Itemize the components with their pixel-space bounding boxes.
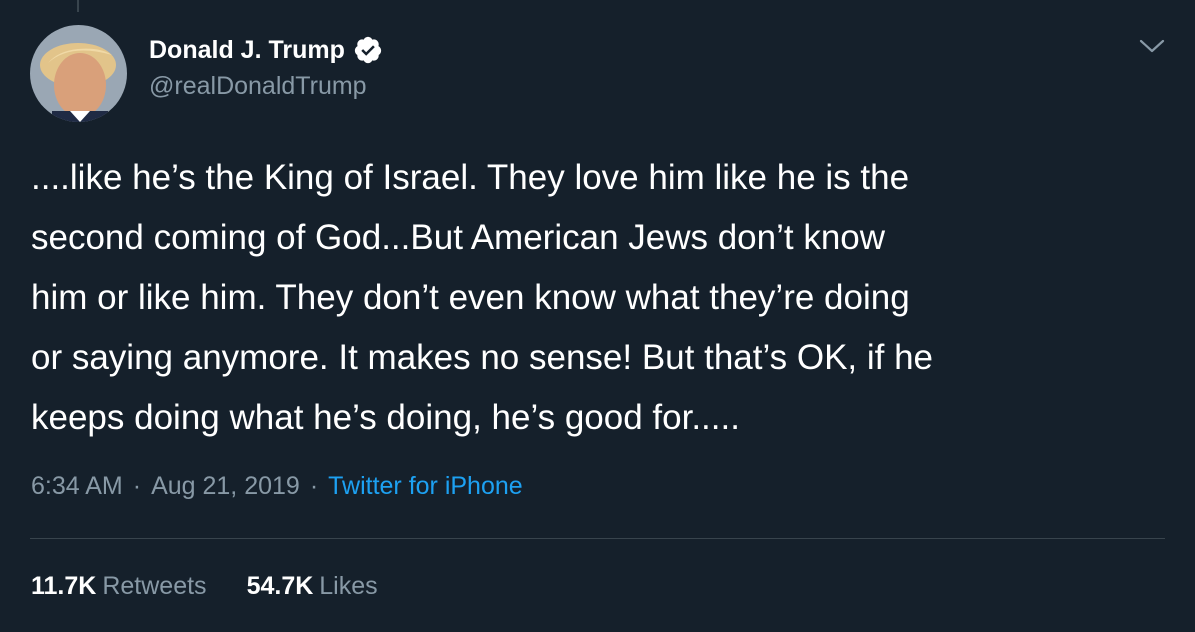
divider: [30, 538, 1165, 539]
tweet-text-line: or saying anymore. It makes no sense! Bu…: [31, 338, 934, 377]
tweet-text-line: him or like him. They don’t even know wh…: [31, 278, 910, 317]
thread-connector-line: [77, 0, 79, 12]
likes-count: 54.7K: [246, 572, 314, 600]
likes-stat[interactable]: 54.7K Likes: [247, 572, 378, 601]
chevron-down-icon[interactable]: [1138, 36, 1166, 56]
author-name-row: Donald J. Trump: [149, 33, 383, 67]
retweets-count: 11.7K: [31, 572, 97, 600]
retweets-label: Retweets: [102, 572, 207, 600]
meta-separator: ·: [132, 472, 142, 500]
tweet-text-line: ....like he’s the King of Israel. They l…: [31, 158, 910, 197]
retweets-stat[interactable]: 11.7K Retweets: [31, 572, 207, 601]
meta-separator: ·: [309, 472, 319, 500]
avatar[interactable]: [30, 25, 127, 122]
verified-badge-icon: [353, 35, 383, 65]
tweet-metadata: 6:34 AM · Aug 21, 2019 · Twitter for iPhone: [31, 472, 523, 501]
author-handle[interactable]: @realDonaldTrump: [149, 72, 367, 101]
tweet-time[interactable]: 6:34 AM: [31, 472, 123, 500]
tweet-source-link[interactable]: Twitter for iPhone: [328, 472, 523, 500]
avatar-image: [30, 25, 127, 122]
tweet-text: ....like he’s the King of Israel. They l…: [31, 148, 1171, 448]
likes-label: Likes: [319, 572, 378, 600]
tweet-text-line: second coming of God...But American Jews…: [31, 218, 886, 257]
tweet-date[interactable]: Aug 21, 2019: [151, 472, 300, 500]
tweet-stats: 11.7K Retweets 54.7K Likes: [31, 572, 378, 601]
author-name[interactable]: Donald J. Trump: [149, 36, 345, 65]
tweet-text-line: keeps doing what he’s doing, he’s good f…: [31, 398, 740, 437]
